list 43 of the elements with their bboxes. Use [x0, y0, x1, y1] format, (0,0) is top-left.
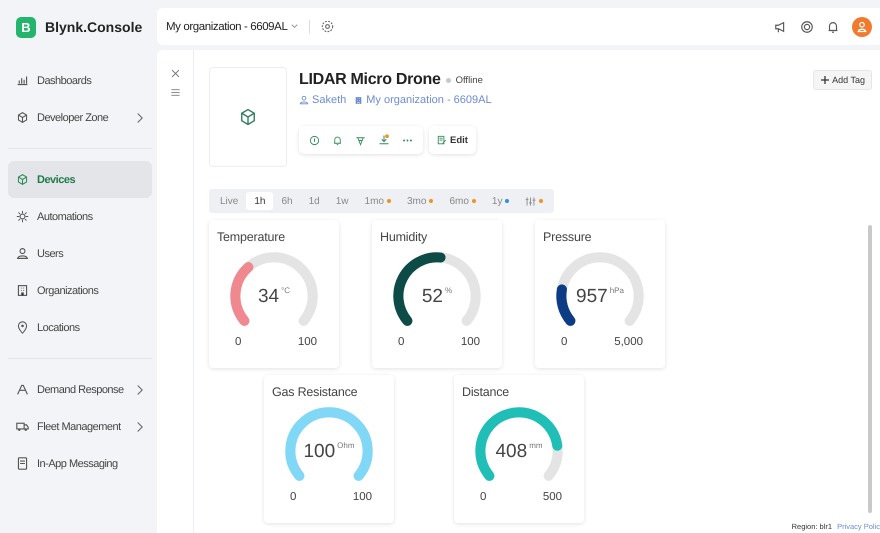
- device-status: Offline: [456, 74, 483, 86]
- max-label: 5,000: [614, 336, 643, 348]
- widget-title: Distance: [462, 385, 510, 399]
- edit-button[interactable]: Edit: [429, 126, 476, 154]
- unit-label: Ohm: [337, 441, 355, 450]
- widget-title: Gas Resistance: [272, 385, 358, 399]
- organization-dropdown[interactable]: My organization - 6609AL: [166, 20, 300, 32]
- sidebar-item[interactable]: Devices: [8, 161, 152, 198]
- max-label: 100: [460, 336, 480, 348]
- device-name: LIDAR Micro Drone: [299, 71, 441, 89]
- widget-title: Temperature: [217, 230, 286, 244]
- unit-label: °C: [281, 286, 290, 295]
- add-tag-button[interactable]: Add Tag: [813, 70, 872, 90]
- gauge-value: 100: [303, 441, 336, 463]
- unit-label: mm: [529, 441, 543, 450]
- min-label: 0: [398, 336, 404, 348]
- gauge-value: 34: [258, 286, 280, 308]
- gauge-value: 52: [422, 286, 443, 308]
- logo-badge: B: [16, 16, 36, 38]
- sidebar-item[interactable]: Organizations: [8, 272, 152, 309]
- time-range-tab[interactable]: 1h: [246, 192, 274, 210]
- gauge-value: 408: [495, 441, 528, 463]
- widget-title: Pressure: [543, 230, 592, 244]
- sidebar-item[interactable]: Automations: [8, 198, 152, 235]
- sidebar-item[interactable]: Dashboards: [8, 62, 152, 99]
- sidebar-item[interactable]: In-App Messaging: [8, 445, 152, 482]
- widget-title: Humidity: [380, 230, 428, 244]
- min-label: 0: [561, 336, 568, 348]
- min-label: 0: [235, 336, 242, 348]
- sidebar-item[interactable]: Developer Zone: [8, 99, 152, 136]
- sidebar-item[interactable]: Fleet Management: [8, 408, 152, 445]
- min-label: 0: [480, 491, 486, 503]
- unit-label: %: [445, 286, 452, 295]
- sidebar-item[interactable]: Locations: [8, 309, 152, 346]
- gauge-value: 957: [576, 286, 608, 308]
- max-label: 100: [298, 336, 317, 348]
- unit-label: hPa: [610, 286, 624, 295]
- sidebar-item[interactable]: Users: [8, 235, 152, 272]
- sidebar-item[interactable]: Demand Response: [8, 371, 152, 408]
- max-label: 100: [352, 491, 372, 503]
- brand-name: Blynk.Console: [45, 19, 142, 35]
- max-label: 500: [542, 491, 562, 503]
- min-label: 0: [290, 491, 296, 503]
